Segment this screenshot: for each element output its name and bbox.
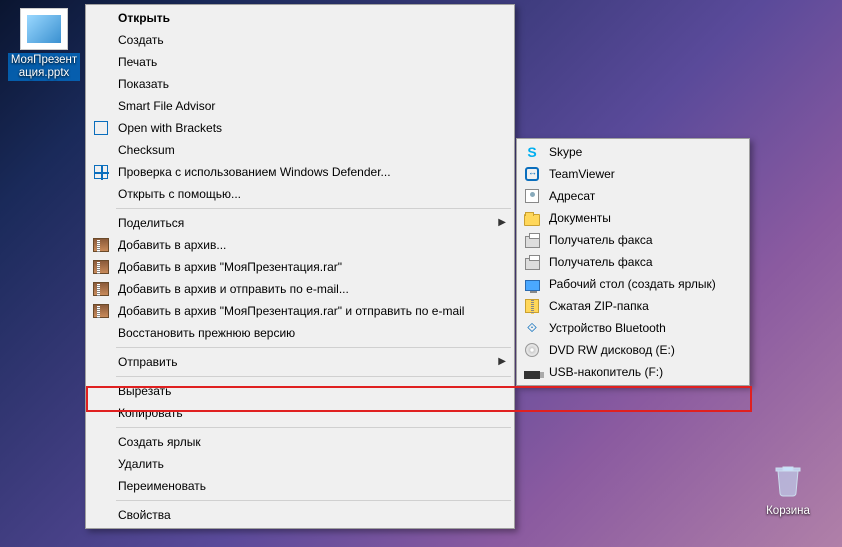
menu-item-label: Устройство Bluetooth — [549, 321, 666, 335]
menu-item-checksum[interactable]: Checksum — [88, 139, 512, 161]
fax-icon — [523, 231, 541, 249]
submenu-arrow-icon: ▶ — [498, 356, 506, 367]
menu-item-label: Получатель факса — [549, 255, 653, 269]
menu-item-sendto[interactable]: Отправить ▶ — [88, 351, 512, 373]
menu-item-label: Получатель факса — [549, 233, 653, 247]
menu-item-label: Добавить в архив и отправить по e-mail..… — [118, 282, 349, 296]
archive-icon — [92, 258, 110, 276]
menu-item-brackets[interactable]: Open with Brackets — [88, 117, 512, 139]
archive-icon — [92, 236, 110, 254]
menu-item-label: USB-накопитель (F:) — [549, 365, 663, 379]
menu-item-label: Skype — [549, 145, 582, 159]
menu-item-documents[interactable]: Документы — [519, 207, 747, 229]
desktop-icon — [523, 275, 541, 293]
menu-item-desktoplnk[interactable]: Рабочий стол (создать ярлык) — [519, 273, 747, 295]
menu-item-label: Smart File Advisor — [118, 99, 215, 113]
menu-item-recipient[interactable]: Адресат — [519, 185, 747, 207]
contact-icon — [523, 187, 541, 205]
menu-separator — [116, 500, 511, 501]
usb-icon — [523, 363, 541, 381]
menu-item-label: Open with Brackets — [118, 121, 222, 135]
menu-item-label: Сжатая ZIP-папка — [549, 299, 649, 313]
menu-item-label: Показать — [118, 77, 169, 91]
menu-item-rename[interactable]: Переименовать — [88, 475, 512, 497]
menu-separator — [116, 427, 511, 428]
pptx-icon — [20, 8, 68, 50]
menu-item-label: Отправить — [118, 355, 178, 369]
menu-item-label: Создать ярлык — [118, 435, 201, 449]
defender-icon — [92, 163, 110, 181]
context-menu-main: Открыть Создать Печать Показать Smart File A… — [85, 4, 515, 529]
menu-item-label: Копировать — [118, 406, 183, 420]
menu-item-label: Добавить в архив "МояПрезентация.rar" и … — [118, 304, 464, 318]
menu-item-cut[interactable]: Вырезать — [88, 380, 512, 402]
bluetooth-icon: ⟐ — [523, 319, 541, 337]
menu-separator — [116, 376, 511, 377]
menu-item-fax2[interactable]: Получатель факса — [519, 251, 747, 273]
menu-item-rar1[interactable]: Добавить в архив... — [88, 234, 512, 256]
menu-item-label: DVD RW дисковод (E:) — [549, 343, 675, 357]
menu-item-defender[interactable]: Проверка с использованием Windows Defend… — [88, 161, 512, 183]
menu-item-sfa[interactable]: Smart File Advisor — [88, 95, 512, 117]
archive-icon — [92, 280, 110, 298]
menu-item-dvd[interactable]: DVD RW дисковод (E:) — [519, 339, 747, 361]
menu-item-open[interactable]: Открыть — [88, 7, 512, 29]
context-menu-sendto: S Skype TeamViewer Адресат Документы Получате… — [516, 138, 750, 386]
menu-item-bluetooth[interactable]: ⟐ Устройство Bluetooth — [519, 317, 747, 339]
menu-item-fax1[interactable]: Получатель факса — [519, 229, 747, 251]
archive-icon — [92, 302, 110, 320]
menu-item-label: Документы — [549, 211, 611, 225]
desktop-file-label: МояПрезентация.pptx — [8, 53, 80, 81]
menu-item-label: Печать — [118, 55, 157, 69]
menu-item-label: Адресат — [549, 189, 595, 203]
menu-item-label: Вырезать — [118, 384, 171, 398]
menu-item-create[interactable]: Создать — [88, 29, 512, 51]
desktop-file-icon[interactable]: МояПрезентация.pptx — [8, 8, 80, 81]
menu-item-label: Восстановить прежнюю версию — [118, 326, 295, 340]
menu-item-delete[interactable]: Удалить — [88, 453, 512, 475]
teamviewer-icon — [523, 165, 541, 183]
menu-item-label: Добавить в архив... — [118, 238, 226, 252]
menu-separator — [116, 208, 511, 209]
menu-item-copy[interactable]: Копировать — [88, 402, 512, 424]
menu-item-rar2[interactable]: Добавить в архив "МояПрезентация.rar" — [88, 256, 512, 278]
menu-item-teamviewer[interactable]: TeamViewer — [519, 163, 747, 185]
trash-icon — [764, 459, 812, 501]
menu-item-props[interactable]: Свойства — [88, 504, 512, 526]
menu-item-label: Открыть с помощью... — [118, 187, 241, 201]
skype-icon: S — [523, 143, 541, 161]
menu-item-label: Добавить в архив "МояПрезентация.rar" — [118, 260, 342, 274]
menu-item-label: Checksum — [118, 143, 175, 157]
menu-item-label: Открыть — [118, 11, 170, 25]
menu-item-rar3[interactable]: Добавить в архив и отправить по e-mail..… — [88, 278, 512, 300]
menu-item-label: Свойства — [118, 508, 171, 522]
menu-item-label: Создать — [118, 33, 164, 47]
menu-item-skype[interactable]: S Skype — [519, 141, 747, 163]
menu-separator — [116, 347, 511, 348]
menu-item-label: Поделиться — [118, 216, 184, 230]
menu-item-restore[interactable]: Восстановить прежнюю версию — [88, 322, 512, 344]
menu-item-label: TeamViewer — [549, 167, 615, 181]
menu-item-share[interactable]: Поделиться ▶ — [88, 212, 512, 234]
dvd-icon — [523, 341, 541, 359]
menu-item-shortcut[interactable]: Создать ярлык — [88, 431, 512, 453]
menu-item-label: Переименовать — [118, 479, 206, 493]
folder-icon — [523, 209, 541, 227]
recycle-bin-label: Корзина — [752, 504, 824, 519]
menu-item-show[interactable]: Показать — [88, 73, 512, 95]
brackets-icon — [92, 119, 110, 137]
menu-item-print[interactable]: Печать — [88, 51, 512, 73]
menu-item-rar4[interactable]: Добавить в архив "МояПрезентация.rar" и … — [88, 300, 512, 322]
menu-item-label: Рабочий стол (создать ярлык) — [549, 277, 716, 291]
menu-item-label: Удалить — [118, 457, 164, 471]
menu-item-zip[interactable]: Сжатая ZIP-папка — [519, 295, 747, 317]
fax-icon — [523, 253, 541, 271]
menu-item-label: Проверка с использованием Windows Defend… — [118, 165, 391, 179]
menu-item-openwith[interactable]: Открыть с помощью... — [88, 183, 512, 205]
submenu-arrow-icon: ▶ — [498, 217, 506, 228]
menu-item-usb[interactable]: USB-накопитель (F:) — [519, 361, 747, 383]
recycle-bin[interactable]: Корзина — [752, 459, 824, 519]
zip-icon — [523, 297, 541, 315]
